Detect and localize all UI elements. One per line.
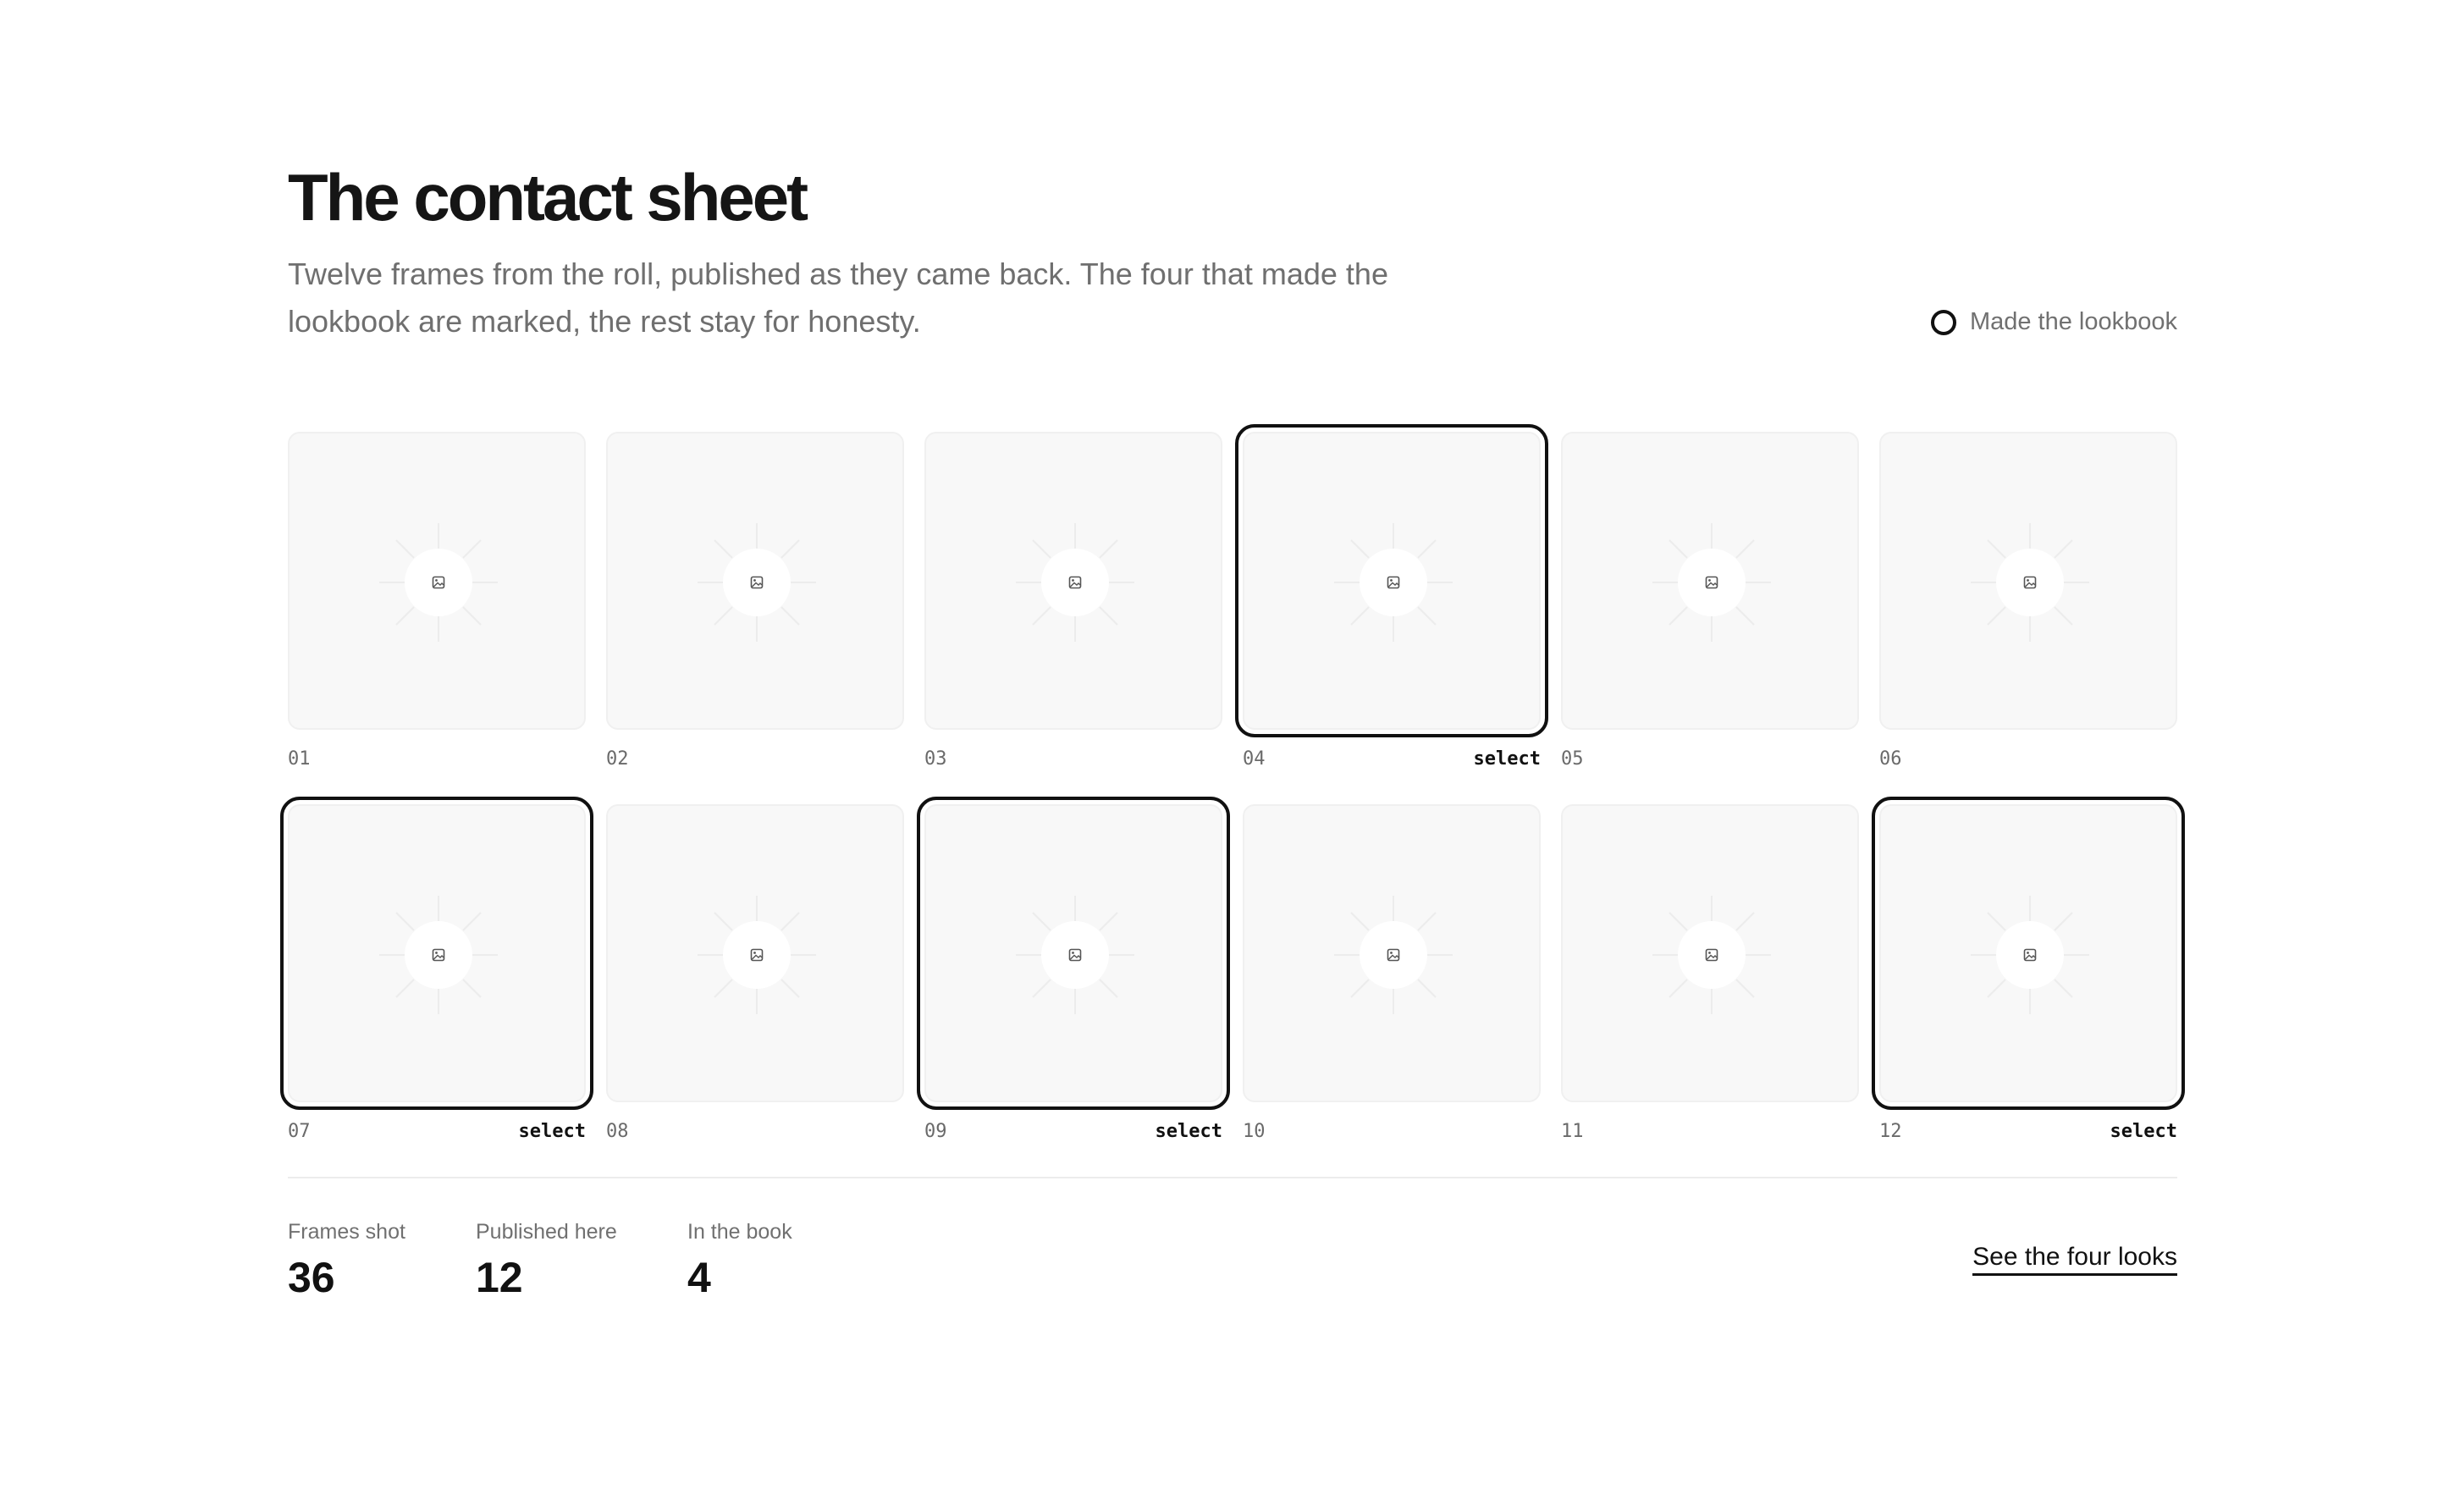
frame-caption: 07 select bbox=[288, 1121, 586, 1151]
frame-number: 05 bbox=[1561, 748, 1584, 770]
image-placeholder-badge bbox=[1996, 921, 2064, 989]
select-tag: select bbox=[2110, 1121, 2177, 1142]
image-icon bbox=[2023, 576, 2037, 589]
ring-icon bbox=[1930, 309, 1956, 335]
frame-number: 11 bbox=[1561, 1121, 1584, 1142]
frame-thumbnail[interactable] bbox=[1561, 432, 1859, 730]
frame-caption: 10 bbox=[1243, 1121, 1541, 1151]
page-subtitle: Twelve frames from the roll, published a… bbox=[288, 257, 1388, 339]
frame-caption: 01 bbox=[288, 748, 586, 779]
image-icon bbox=[1705, 576, 1718, 589]
frame-thumbnail[interactable] bbox=[288, 432, 586, 730]
frame-caption: 03 bbox=[924, 748, 1222, 779]
image-icon bbox=[432, 948, 445, 962]
frame-thumbnail[interactable] bbox=[1879, 432, 2177, 730]
frame-caption: 05 bbox=[1561, 748, 1859, 779]
contact-sheet-page: The contact sheet Twelve frames from the… bbox=[280, 159, 2185, 1312]
frame-thumbnail[interactable] bbox=[917, 797, 1230, 1110]
image-placeholder-badge bbox=[405, 549, 472, 616]
image-placeholder-badge bbox=[723, 921, 791, 989]
frame-caption: 08 bbox=[606, 1121, 904, 1151]
frame-07[interactable]: 07 select bbox=[280, 797, 593, 1151]
frame-number: 08 bbox=[606, 1121, 629, 1142]
frame-caption: 11 bbox=[1561, 1121, 1859, 1151]
lookbook-legend: Made the lookbook bbox=[1930, 308, 2177, 336]
frame-caption: 06 bbox=[1879, 748, 2177, 779]
frame-caption: 12 select bbox=[1879, 1121, 2177, 1151]
frame-thumbnail[interactable] bbox=[280, 797, 593, 1110]
stat-frames-shot: Frames shot 36 bbox=[288, 1219, 405, 1302]
legend-label: Made the lookbook bbox=[1969, 308, 2177, 335]
image-placeholder-badge bbox=[1678, 549, 1746, 616]
frame-grid: 01 02 03 04 select 05 06 07 select 08 09 select 10 11… bbox=[280, 424, 2185, 1173]
frame-number: 01 bbox=[288, 748, 311, 770]
stat-value: 36 bbox=[288, 1254, 335, 1301]
stats-row: Frames shot 36 Published here 12 In the … bbox=[288, 1219, 2177, 1312]
image-placeholder-badge bbox=[1678, 921, 1746, 989]
image-placeholder-badge bbox=[405, 921, 472, 989]
image-icon bbox=[432, 576, 445, 589]
page-title: The contact sheet bbox=[288, 160, 808, 235]
intro-row: Twelve frames from the roll, published a… bbox=[288, 251, 2177, 344]
stat-label: Published here bbox=[476, 1220, 617, 1244]
image-placeholder-badge bbox=[723, 549, 791, 616]
frame-caption: 02 bbox=[606, 748, 904, 779]
image-placeholder-badge bbox=[1041, 549, 1109, 616]
frame-thumbnail[interactable] bbox=[606, 432, 904, 730]
frame-number: 02 bbox=[606, 748, 629, 770]
frame-thumbnail[interactable] bbox=[1235, 424, 1548, 737]
frame-number: 07 bbox=[288, 1121, 311, 1142]
frame-number: 09 bbox=[924, 1121, 947, 1142]
frame-02[interactable]: 02 bbox=[606, 432, 904, 779]
stat-published-here: Published here 12 bbox=[476, 1219, 617, 1302]
frame-number: 03 bbox=[924, 748, 947, 770]
frame-caption: 09 select bbox=[924, 1121, 1222, 1151]
image-placeholder-badge bbox=[1996, 549, 2064, 616]
select-tag: select bbox=[1473, 748, 1541, 770]
frame-08[interactable]: 08 bbox=[606, 804, 904, 1151]
image-icon bbox=[1705, 948, 1718, 962]
frame-09[interactable]: 09 select bbox=[917, 797, 1230, 1151]
frame-number: 04 bbox=[1243, 748, 1266, 770]
stat-label: In the book bbox=[687, 1220, 792, 1244]
frame-thumbnail[interactable] bbox=[924, 432, 1222, 730]
frame-thumbnail[interactable] bbox=[1872, 797, 2185, 1110]
frame-06[interactable]: 06 bbox=[1879, 432, 2177, 779]
image-placeholder-badge bbox=[1360, 921, 1427, 989]
image-icon bbox=[1387, 948, 1400, 962]
frame-thumbnail[interactable] bbox=[1243, 804, 1541, 1102]
frame-caption: 04 select bbox=[1243, 748, 1541, 779]
stat-value: 4 bbox=[687, 1254, 711, 1301]
frame-number: 06 bbox=[1879, 748, 1902, 770]
image-icon bbox=[1387, 576, 1400, 589]
image-icon bbox=[750, 576, 764, 589]
frame-10[interactable]: 10 bbox=[1243, 804, 1541, 1151]
image-icon bbox=[1068, 576, 1082, 589]
image-placeholder-badge bbox=[1360, 549, 1427, 616]
image-placeholder-badge bbox=[1041, 921, 1109, 989]
stat-value: 12 bbox=[476, 1254, 523, 1301]
select-tag: select bbox=[518, 1121, 586, 1142]
frame-01[interactable]: 01 bbox=[288, 432, 586, 779]
image-icon bbox=[1068, 948, 1082, 962]
frame-thumbnail[interactable] bbox=[606, 804, 904, 1102]
stat-in-the-book: In the book 4 bbox=[687, 1219, 792, 1302]
image-icon bbox=[2023, 948, 2037, 962]
frame-05[interactable]: 05 bbox=[1561, 432, 1859, 779]
select-tag: select bbox=[1155, 1121, 1222, 1142]
frame-11[interactable]: 11 bbox=[1561, 804, 1859, 1151]
image-icon bbox=[750, 948, 764, 962]
frame-03[interactable]: 03 bbox=[924, 432, 1222, 779]
stat-label: Frames shot bbox=[288, 1220, 405, 1244]
see-four-looks-link[interactable]: See the four looks bbox=[1972, 1243, 2177, 1276]
frame-number: 12 bbox=[1879, 1121, 1902, 1142]
frame-number: 10 bbox=[1243, 1121, 1266, 1142]
frame-thumbnail[interactable] bbox=[1561, 804, 1859, 1102]
frame-12[interactable]: 12 select bbox=[1872, 797, 2185, 1151]
frame-04[interactable]: 04 select bbox=[1235, 424, 1548, 779]
divider bbox=[288, 1177, 2177, 1178]
